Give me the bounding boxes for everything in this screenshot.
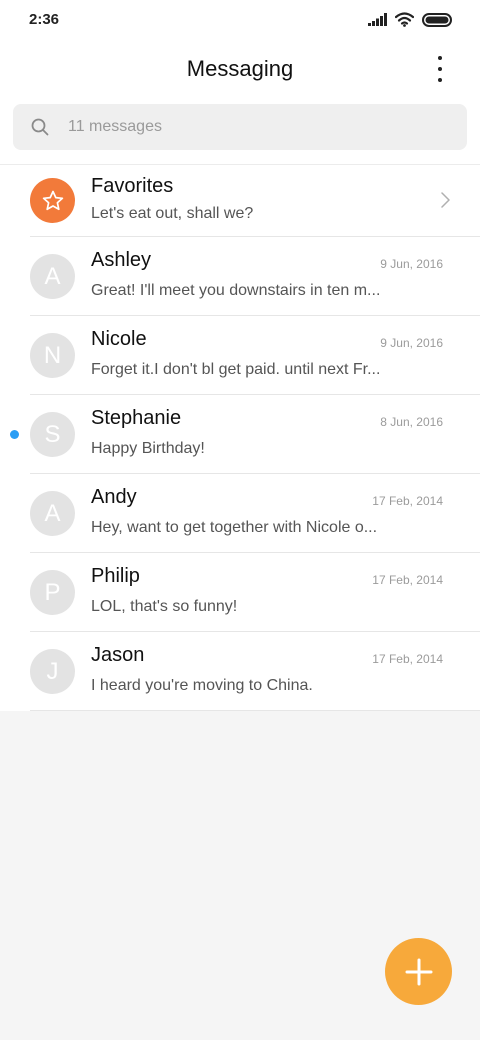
contact-avatar: A [30,254,75,299]
search-container [0,96,480,164]
wifi-icon [395,12,414,27]
unread-indicator [10,430,19,439]
more-options-button[interactable] [430,56,450,82]
star-icon [42,190,63,210]
plus-icon [405,958,432,985]
more-vertical-icon-dot [438,67,442,71]
search-bar[interactable] [13,104,467,150]
contact-name: Andy [91,486,137,508]
contact-avatar: S [30,412,75,457]
contact-name: Jason [91,644,145,666]
signal-icon [368,13,387,26]
page-title: Messaging [186,56,294,81]
message-preview: Forget it.I don't bl get paid. until nex… [91,361,381,378]
battery-icon [422,12,452,27]
favorites-preview: Let's eat out, shall we? [91,205,254,222]
message-preview: Great! I'll meet you downstairs in ten m… [91,282,381,299]
status-time: 2:36 [29,11,60,28]
conversation-row[interactable]: S Stephanie 8 Jun, 2016 Happy Birthday! [0,395,480,474]
conversation-row[interactable]: J Jason 17 Feb, 2014 I heard you're movi… [0,632,480,711]
contact-name: Nicole [91,328,147,350]
conversation-row[interactable]: A Ashley 9 Jun, 2016 Great! I'll meet yo… [0,237,480,316]
status-icons [368,12,452,27]
message-date: 9 Jun, 2016 [380,257,443,271]
contact-avatar: A [30,491,75,536]
contact-name: Philip [91,565,140,587]
conversation-row[interactable]: P Philip 17 Feb, 2014 LOL, that's so fun… [0,553,480,632]
message-date: 17 Feb, 2014 [372,494,443,508]
contact-avatar: N [30,333,75,378]
favorites-name: Favorites [91,175,174,197]
favorites-avatar [30,178,75,223]
conversation-row[interactable]: A Andy 17 Feb, 2014 Hey, want to get tog… [0,474,480,553]
message-preview: Hey, want to get together with Nicole o.… [91,519,378,536]
conversation-row[interactable]: N Nicole 9 Jun, 2016 Forget it.I don't b… [0,316,480,395]
search-input[interactable] [66,117,430,137]
conversation-list: Favorites Let's eat out, shall we? A Ash… [0,164,480,711]
message-date: 17 Feb, 2014 [372,652,443,666]
chevron-right-icon [441,192,450,208]
contact-name: Ashley [91,249,152,271]
contact-name: Stephanie [91,407,182,429]
message-date: 9 Jun, 2016 [380,336,443,350]
message-date: 17 Feb, 2014 [372,573,443,587]
app-top-section: 2:36 Messaging [0,0,480,164]
message-preview: LOL, that's so funny! [91,598,238,615]
row-divider [30,710,480,711]
app-header: Messaging [0,42,480,96]
message-date: 8 Jun, 2016 [380,415,443,429]
status-bar: 2:36 [0,0,480,42]
favorites-row[interactable]: Favorites Let's eat out, shall we? [0,165,480,237]
search-icon [31,118,49,136]
message-preview: Happy Birthday! [91,440,205,457]
contact-avatar: J [30,649,75,694]
more-vertical-icon [438,56,442,60]
more-vertical-icon-dot [438,78,442,82]
new-message-button[interactable] [385,938,452,1005]
contact-avatar: P [30,570,75,615]
message-preview: I heard you're moving to China. [91,677,313,694]
